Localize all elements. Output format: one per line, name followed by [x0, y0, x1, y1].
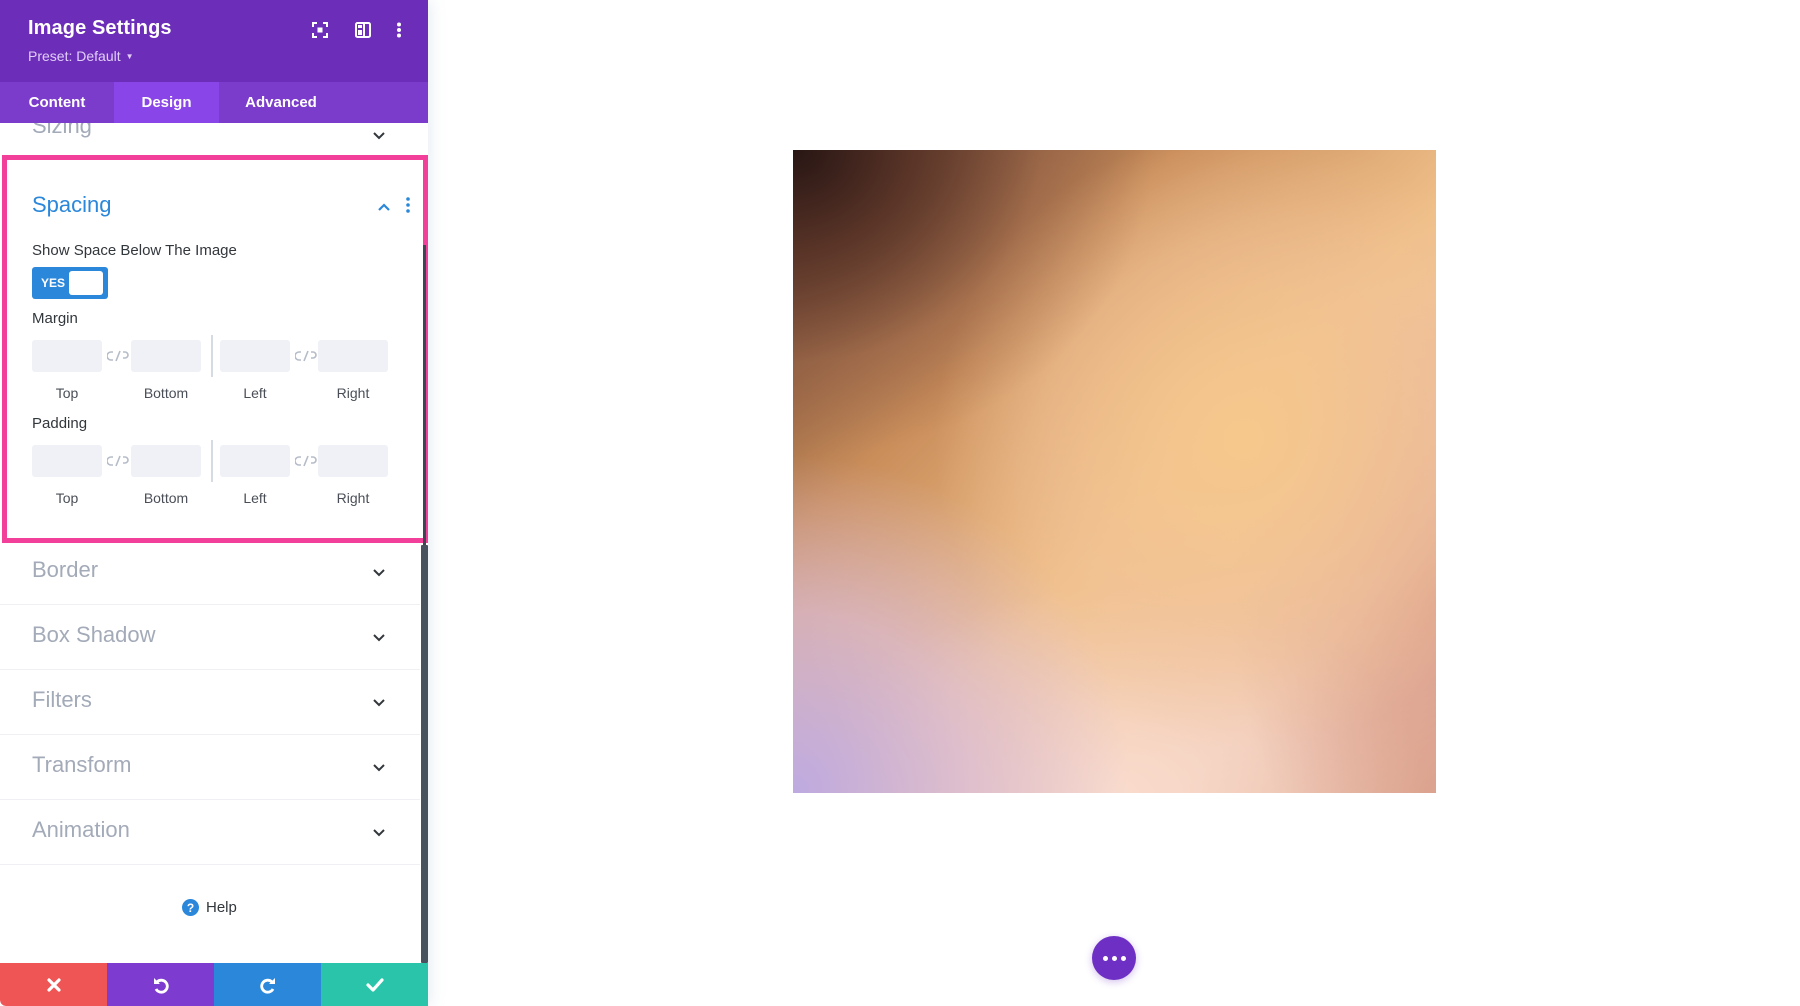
section-box-shadow[interactable]: Box Shadow [0, 605, 420, 670]
link-icon[interactable] [107, 349, 129, 363]
section-filters-label: Filters [32, 687, 92, 712]
redo-icon [259, 977, 275, 994]
scrollbar-thumb[interactable] [421, 545, 428, 963]
split-view-icon[interactable] [352, 19, 374, 41]
chevron-down-icon [373, 829, 385, 837]
section-sizing-label: Sizing [32, 123, 92, 138]
close-icon [46, 977, 61, 992]
checkmark-icon [365, 977, 384, 992]
fullscreen-icon[interactable] [309, 19, 331, 41]
margin-right-label: Right [336, 385, 370, 401]
chevron-up-icon[interactable] [377, 202, 391, 212]
cancel-button[interactable] [0, 963, 107, 1006]
section-filters[interactable]: Filters [0, 670, 420, 735]
section-transform-label: Transform [32, 752, 132, 777]
margin-top-label: Top [55, 385, 79, 401]
settings-panel: Image Settings Preset: Default ▼ Content… [0, 0, 428, 1006]
show-space-toggle[interactable]: YES [32, 267, 108, 299]
padding-top-label: Top [55, 490, 79, 506]
padding-right-input[interactable] [318, 445, 388, 477]
chevron-down-icon [373, 569, 385, 577]
more-options-button[interactable] [1092, 936, 1136, 980]
padding-left-label: Left [243, 490, 267, 506]
section-border-label: Border [32, 557, 99, 582]
link-icon[interactable] [295, 349, 317, 363]
margin-left-input[interactable] [220, 340, 290, 372]
panel-title: Image Settings [28, 17, 172, 39]
panel-header: Image Settings Preset: Default ▼ [0, 0, 428, 82]
padding-label: Padding [32, 415, 88, 432]
divider [211, 335, 213, 377]
undo-icon [153, 977, 169, 994]
image-module-preview[interactable] [793, 150, 1436, 793]
padding-top-input[interactable] [32, 445, 102, 477]
margin-left-label: Left [243, 385, 267, 401]
dot-icon [1102, 955, 1108, 961]
help-label: Help [206, 899, 237, 916]
scrollbar-track [423, 245, 426, 545]
tab-content[interactable]: Content [0, 82, 114, 123]
margin-top-input[interactable] [32, 340, 102, 372]
chevron-down-icon [373, 699, 385, 707]
preset-label: Preset: Default [28, 48, 121, 64]
toggle-yes-label: YES [41, 276, 66, 290]
section-spacing: Spacing Show Space Below The Image YES M… [2, 155, 428, 543]
margin-bottom-input[interactable] [131, 340, 201, 372]
undo-button[interactable] [107, 963, 214, 1006]
padding-bottom-input[interactable] [131, 445, 201, 477]
help-icon: ? [182, 899, 199, 916]
save-button[interactable] [321, 963, 428, 1006]
section-animation[interactable]: Animation [0, 800, 420, 865]
margin-bottom-label: Bottom [143, 385, 189, 401]
padding-right-label: Right [336, 490, 370, 506]
padding-left-input[interactable] [220, 445, 290, 477]
section-transform[interactable]: Transform [0, 735, 420, 800]
section-sizing[interactable]: Sizing [0, 123, 420, 153]
section-spacing-title[interactable]: Spacing [32, 192, 112, 218]
section-border[interactable]: Border [0, 540, 420, 605]
chevron-down-icon [373, 764, 385, 772]
help-link[interactable]: ? Help [182, 899, 237, 916]
margin-right-input[interactable] [318, 340, 388, 372]
caret-down-icon: ▼ [125, 51, 134, 61]
page: Image Settings Preset: Default ▼ Content… [0, 0, 1800, 1006]
chevron-down-icon [373, 132, 385, 140]
preset-dropdown[interactable]: Preset: Default ▼ [28, 48, 134, 64]
padding-bottom-label: Bottom [143, 490, 189, 506]
link-icon[interactable] [107, 454, 129, 468]
divider [211, 440, 213, 482]
panel-footer [0, 963, 428, 1006]
section-animation-label: Animation [32, 817, 130, 842]
settings-scroll-area: Sizing Spacing Show Space Below The Imag… [0, 123, 428, 963]
section-box-shadow-label: Box Shadow [32, 622, 156, 647]
more-vertical-icon[interactable] [388, 19, 410, 41]
section-options-icon[interactable] [404, 196, 412, 214]
tab-bar: Content Design Advanced [0, 82, 428, 123]
show-space-label: Show Space Below The Image [32, 242, 237, 259]
dot-icon [1120, 955, 1126, 961]
tab-design[interactable]: Design [114, 82, 219, 123]
chevron-down-icon [373, 634, 385, 642]
link-icon[interactable] [295, 454, 317, 468]
tab-advanced[interactable]: Advanced [219, 82, 343, 123]
dot-icon [1111, 955, 1117, 961]
redo-button[interactable] [214, 963, 321, 1006]
margin-label: Margin [32, 310, 78, 327]
toggle-knob [69, 271, 103, 295]
